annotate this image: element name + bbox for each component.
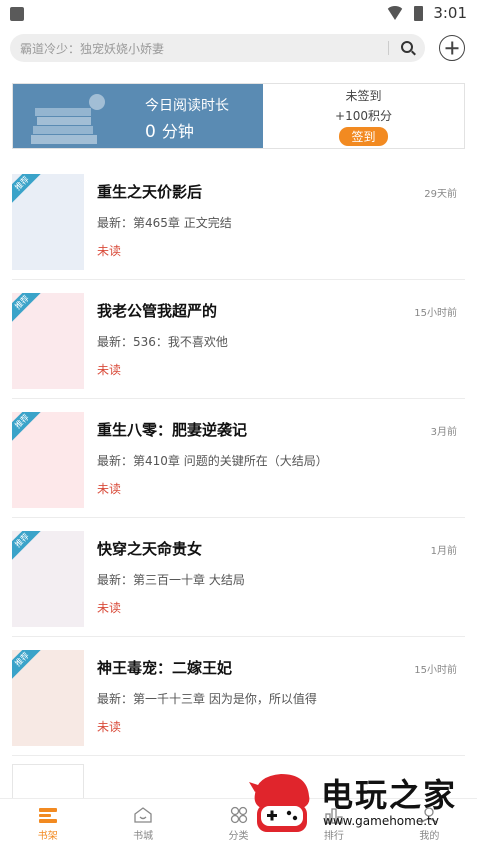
add-button[interactable] (439, 35, 465, 61)
book-cover: 推荐 (12, 531, 84, 627)
recommend-tag: 推荐 (12, 650, 45, 683)
sign-in-button[interactable]: 签到 (339, 126, 388, 146)
books-illustration-icon (31, 94, 105, 144)
recommend-tag: 推荐 (12, 293, 45, 326)
tab-bookshelf-label: 书架 (37, 830, 58, 842)
sign-reward: +100积分 (335, 108, 392, 123)
watermark: 电玩之家 www.gamehome.tv (247, 768, 469, 840)
bookstore-icon (134, 806, 152, 823)
read-status: 未读 (97, 720, 122, 734)
tab-category-label: 分类 (228, 830, 249, 842)
tab-bookshelf[interactable]: 书架 (0, 799, 95, 848)
book-title: 重生八零：肥妻逆袭记 (97, 421, 248, 439)
status-time: 3:01 (433, 4, 467, 22)
read-status: 未读 (97, 244, 122, 258)
read-time-number: 0 (145, 122, 156, 142)
latest-chapter: 最新：第三百一十章 大结局 (97, 573, 245, 587)
read-status: 未读 (97, 363, 122, 377)
read-time-title: 今日阅读时长 (145, 98, 229, 114)
tab-bookstore[interactable]: 书城 (95, 799, 190, 848)
book-title: 神王毒宠：二嫁王妃 (97, 659, 233, 677)
notification-icon (10, 7, 24, 21)
update-time: 29天前 (424, 189, 457, 200)
bookshelf-list: 推荐 重生之天价影后 29天前 最新：第465章 正文完结 未读 推荐 我老公管… (0, 161, 477, 814)
search-divider (388, 41, 389, 55)
book-title: 重生之天价影后 (97, 183, 203, 201)
book-cover: 推荐 (12, 174, 84, 270)
tab-bookstore-label: 书城 (133, 830, 154, 842)
bookshelf-icon (38, 807, 57, 823)
top-bar: 霸道冷少：独宠妖娆小娇妻 (0, 26, 477, 70)
book-cover: 推荐 (12, 650, 84, 746)
latest-chapter: 最新：第465章 正文完结 (97, 216, 232, 230)
book-cover: 推荐 (12, 412, 84, 508)
read-time-unit: 分钟 (161, 122, 194, 141)
book-title: 快穿之天命贵女 (97, 540, 203, 558)
search-placeholder: 霸道冷少：独宠妖娆小娇妻 (20, 41, 165, 56)
read-status: 未读 (97, 482, 122, 496)
update-time: 15小时前 (414, 308, 457, 319)
watermark-title: 电玩之家 (321, 776, 458, 814)
sign-in-panel: 未签到 +100积分 签到 (263, 84, 464, 148)
recommend-tag: 推荐 (12, 174, 45, 207)
update-time: 3月前 (430, 427, 457, 438)
update-time: 15小时前 (414, 665, 457, 676)
latest-chapter: 最新：第410章 问题的关键所在（大结局） (97, 454, 328, 468)
read-time-panel: 今日阅读时长 0 分钟 (13, 84, 263, 148)
sign-status: 未签到 (345, 88, 382, 103)
book-item[interactable]: 推荐 神王毒宠：二嫁王妃 15小时前 最新：第一千十三章 因为是你，所以值得 未… (12, 637, 465, 756)
read-time-value: 0 分钟 (145, 118, 194, 142)
wifi-icon (386, 6, 405, 20)
book-item[interactable]: 推荐 重生之天价影后 29天前 最新：第465章 正文完结 未读 (12, 161, 465, 280)
search-icon[interactable] (401, 41, 413, 53)
gamehome-logo-icon (249, 774, 310, 832)
category-icon (230, 806, 247, 823)
reading-banner: 今日阅读时长 0 分钟 未签到 +100积分 签到 (12, 83, 465, 149)
book-item[interactable]: 推荐 我老公管我超严的 15小时前 最新：536：我不喜欢他 未读 (12, 280, 465, 399)
watermark-url: www.gamehome.tv (323, 814, 439, 828)
latest-chapter: 最新：第一千十三章 因为是你，所以值得 (97, 692, 317, 706)
book-item[interactable]: 推荐 重生八零：肥妻逆袭记 3月前 最新：第410章 问题的关键所在（大结局） … (12, 399, 465, 518)
search-input[interactable]: 霸道冷少：独宠妖娆小娇妻 (10, 34, 425, 62)
latest-chapter: 最新：536：我不喜欢他 (97, 335, 228, 349)
recommend-tag: 推荐 (12, 531, 45, 564)
book-title: 我老公管我超严的 (97, 302, 218, 320)
status-bar: 3:01 (0, 0, 477, 26)
recommend-tag: 推荐 (12, 412, 45, 445)
battery-icon (414, 5, 424, 21)
update-time: 1月前 (430, 546, 457, 557)
book-cover: 推荐 (12, 293, 84, 389)
book-item[interactable]: 推荐 快穿之天命贵女 1月前 最新：第三百一十章 大结局 未读 (12, 518, 465, 637)
read-status: 未读 (97, 601, 122, 615)
